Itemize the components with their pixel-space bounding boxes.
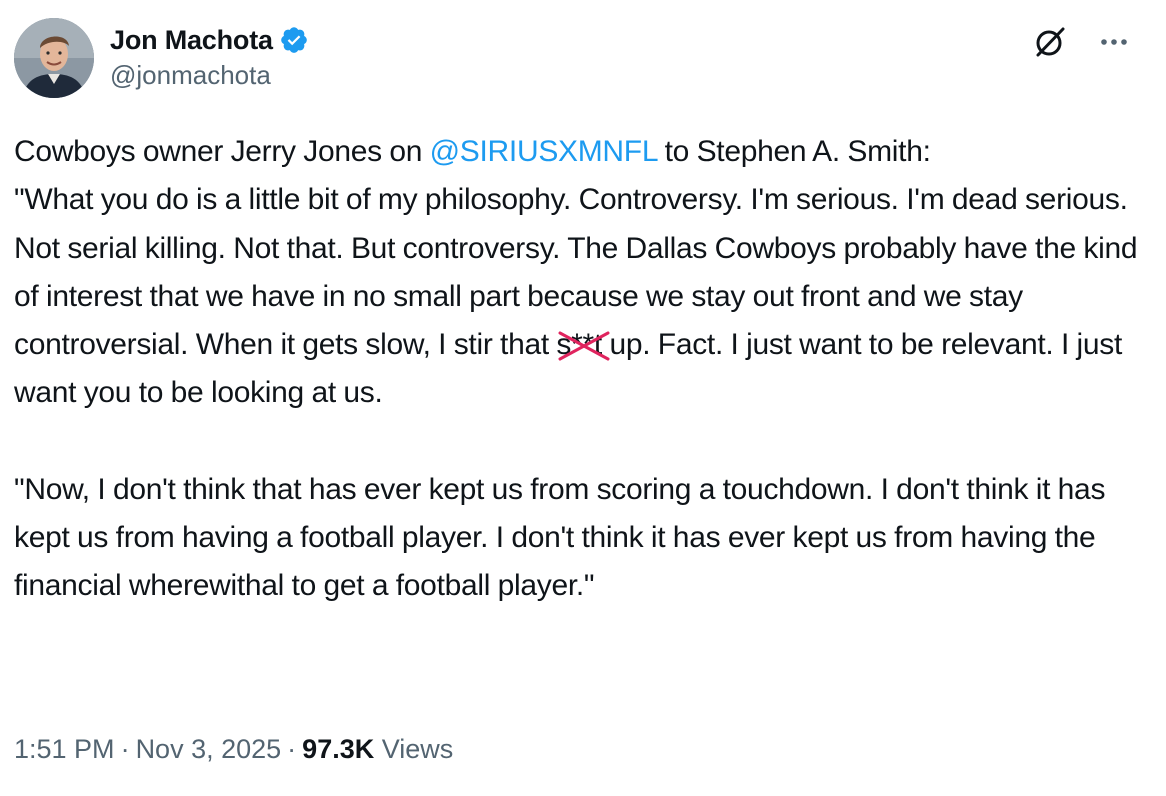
intro-text-end: to Stephen A. Smith: bbox=[657, 135, 931, 168]
tweet-text: Cowboys owner Jerry Jones on @SIRIUSXMNF… bbox=[14, 128, 1154, 611]
author-handle[interactable]: @jonmachota bbox=[110, 60, 309, 91]
display-name[interactable]: Jon Machota bbox=[110, 25, 273, 56]
tweet-header: Jon Machota @jonmachota bbox=[14, 18, 1154, 100]
avatar-image bbox=[14, 18, 94, 98]
tweet-meta: 1:51 PM · Nov 3, 2025 · 97.3K Views bbox=[14, 734, 453, 765]
tweet-paragraph-2: "Now, I don't think that has ever kept u… bbox=[14, 472, 1106, 603]
views-label: Views bbox=[381, 734, 454, 764]
tweet-card: Jon Machota @jonmachota Cowboys owner Je… bbox=[0, 0, 1166, 796]
intro-text-start: Cowboys owner Jerry Jones on bbox=[14, 135, 430, 168]
verified-badge-icon[interactable] bbox=[279, 25, 309, 55]
tweet-date[interactable]: Nov 3, 2025 bbox=[136, 734, 282, 764]
avatar[interactable] bbox=[14, 18, 94, 98]
meta-separator: · bbox=[120, 734, 130, 764]
display-name-row: Jon Machota bbox=[110, 22, 309, 58]
views-count: 97.3K bbox=[302, 734, 375, 764]
mention-link[interactable]: @SIRIUSXMNFL bbox=[430, 135, 658, 168]
meta-separator: · bbox=[287, 734, 297, 764]
censored-word: s**t bbox=[556, 321, 610, 369]
more-options-icon[interactable] bbox=[1094, 24, 1134, 60]
author-names: Jon Machota @jonmachota bbox=[110, 22, 309, 91]
censor-mark-icon bbox=[558, 331, 610, 361]
tweet-paragraph-1: Cowboys owner Jerry Jones on @SIRIUSXMNF… bbox=[14, 128, 1154, 418]
grok-icon[interactable] bbox=[1032, 24, 1068, 60]
tweet-time[interactable]: 1:51 PM bbox=[14, 734, 115, 764]
